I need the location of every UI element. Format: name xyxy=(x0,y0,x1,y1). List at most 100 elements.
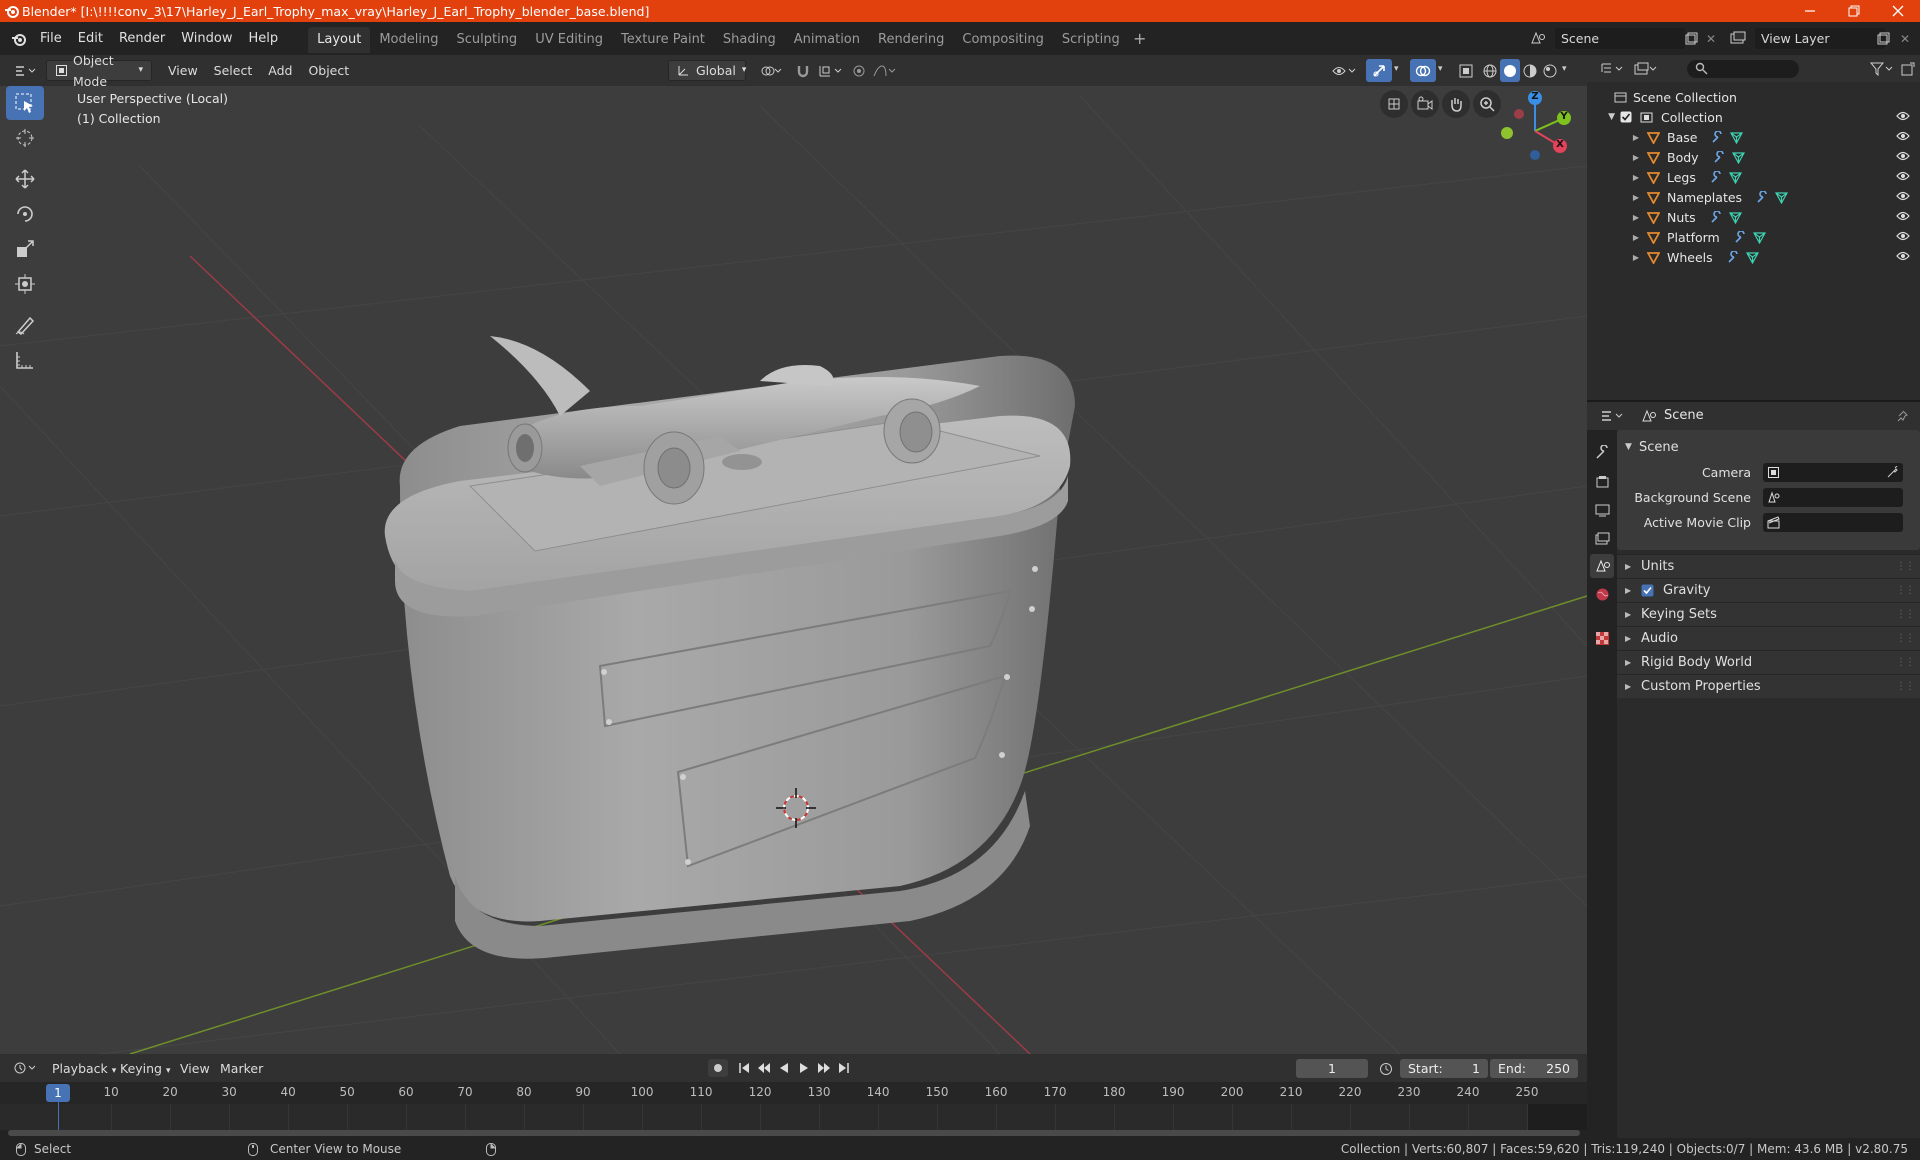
modifier-wrench-icon[interactable] xyxy=(1727,250,1740,264)
restore-icon[interactable] xyxy=(1832,0,1876,22)
minimize-icon[interactable] xyxy=(1788,0,1832,22)
eye-visibility-icon[interactable] xyxy=(1896,250,1910,262)
chevron-down-icon[interactable]: ▾ xyxy=(1394,64,1399,74)
eye-visibility-icon[interactable] xyxy=(1896,170,1910,182)
scene-name-field[interactable]: Scene xyxy=(1555,28,1685,49)
mesh-data-icon[interactable] xyxy=(1728,211,1742,224)
outliner-scene-collection[interactable]: Scene Collection xyxy=(1587,87,1920,107)
rendered-shading-icon[interactable] xyxy=(1540,60,1560,81)
eyedropper-icon[interactable] xyxy=(1887,465,1899,478)
snap-magnet-icon[interactable] xyxy=(792,60,814,81)
keying-menu[interactable]: Keying ▾ xyxy=(112,1058,179,1079)
tab-uv-editing[interactable]: UV Editing xyxy=(526,27,612,53)
filter-icon[interactable] xyxy=(1867,59,1897,79)
modifier-wrench-icon[interactable] xyxy=(1756,190,1769,204)
tab-animation[interactable]: Animation xyxy=(785,27,869,53)
new-collection-icon[interactable] xyxy=(1898,59,1918,79)
section-keying-sets[interactable]: ▶ Keying Sets ⋮⋮ xyxy=(1617,602,1920,626)
play-reverse-icon[interactable] xyxy=(774,1059,794,1077)
timeline-view-menu[interactable]: View xyxy=(172,1058,218,1079)
eye-visibility-icon[interactable] xyxy=(1896,190,1910,202)
menu-window[interactable]: Window xyxy=(173,22,240,55)
tab-shading[interactable]: Shading xyxy=(714,27,785,53)
new-scene-icon[interactable] xyxy=(1680,28,1702,49)
camera-field[interactable] xyxy=(1763,462,1903,482)
timeline-editor-type-icon[interactable] xyxy=(10,1058,40,1078)
close-icon[interactable] xyxy=(1876,0,1920,22)
expand-arrow-icon[interactable]: ▶ xyxy=(1587,193,1639,202)
drag-handle-icon[interactable]: ⋮⋮ xyxy=(1896,657,1915,668)
scene-panel-header[interactable]: ▼ Scene xyxy=(1625,435,1920,459)
section-gravity[interactable]: ▶ Gravity ⋮⋮ xyxy=(1617,578,1920,602)
modifier-wrench-icon[interactable] xyxy=(1711,130,1724,144)
modifier-wrench-icon[interactable] xyxy=(1710,170,1723,184)
tool-tab-icon[interactable] xyxy=(1590,440,1614,464)
mesh-data-icon[interactable] xyxy=(1775,191,1789,204)
tab-scripting[interactable]: Scripting xyxy=(1053,27,1129,53)
drag-handle-icon[interactable]: ⋮⋮ xyxy=(1896,633,1915,644)
expand-arrow-icon[interactable]: ▼ xyxy=(1587,112,1615,122)
display-mode-icon[interactable] xyxy=(1631,59,1661,79)
gizmo-toggle-icon[interactable] xyxy=(1366,59,1392,82)
active-movie-clip-field[interactable] xyxy=(1763,512,1903,532)
mesh-data-icon[interactable] xyxy=(1745,251,1759,264)
expand-arrow-icon[interactable]: ▶ xyxy=(1587,253,1639,262)
next-keyframe-icon[interactable] xyxy=(814,1059,834,1077)
prev-keyframe-icon[interactable] xyxy=(754,1059,774,1077)
pin-icon[interactable] xyxy=(1895,408,1911,424)
expand-arrow-icon[interactable]: ▶ xyxy=(1587,153,1639,162)
eye-visibility-icon[interactable] xyxy=(1896,230,1910,242)
expand-arrow-icon[interactable]: ▶ xyxy=(1587,233,1639,242)
camera-view-icon[interactable] xyxy=(1411,90,1439,118)
expand-arrow-icon[interactable]: ▶ xyxy=(1587,173,1639,182)
view-layer-browse-icon[interactable] xyxy=(1724,27,1752,49)
mesh-data-icon[interactable] xyxy=(1731,151,1745,164)
preview-range-clock-icon[interactable] xyxy=(1376,1059,1396,1078)
visibility-icon[interactable] xyxy=(1328,60,1362,81)
move-tool[interactable] xyxy=(6,162,44,196)
xray-toggle-icon[interactable] xyxy=(1454,60,1478,81)
transform-orientation-dropdown[interactable]: Global ▾ xyxy=(668,60,746,81)
drag-handle-icon[interactable]: ⋮⋮ xyxy=(1896,681,1915,692)
transform-tool[interactable] xyxy=(6,267,44,301)
tab-sculpting[interactable]: Sculpting xyxy=(447,27,526,53)
3d-viewport[interactable]: User Perspective (Local) (1) Collection … xyxy=(0,86,1587,1054)
trophy-model[interactable] xyxy=(384,336,1076,959)
outliner-editor-type-icon[interactable] xyxy=(1597,59,1627,79)
view-layer-field[interactable]: View Layer xyxy=(1755,28,1885,49)
mode-dropdown[interactable]: Object Mode ▾ xyxy=(46,53,152,89)
scene-tab-icon[interactable] xyxy=(1590,554,1614,578)
measure-tool[interactable] xyxy=(6,343,44,377)
annotate-tool[interactable] xyxy=(6,308,44,342)
remove-scene-icon[interactable]: ✕ xyxy=(1702,28,1720,49)
cursor-tool[interactable] xyxy=(6,121,44,155)
marker-menu[interactable]: Marker xyxy=(212,1058,271,1079)
section-rigid-body-world[interactable]: ▶ Rigid Body World ⋮⋮ xyxy=(1617,650,1920,674)
properties-editor-type-icon[interactable] xyxy=(1597,406,1627,426)
output-tab-icon[interactable] xyxy=(1590,498,1614,522)
eye-visibility-icon[interactable] xyxy=(1896,130,1910,142)
modifier-wrench-icon[interactable] xyxy=(1710,210,1723,224)
outliner-object-body[interactable]: ▶ Body xyxy=(1587,147,1920,167)
menu-view[interactable]: View xyxy=(160,60,206,81)
chevron-down-icon[interactable]: ▾ xyxy=(1562,64,1567,74)
record-icon[interactable] xyxy=(708,1059,728,1077)
remove-view-layer-icon[interactable]: ✕ xyxy=(1896,28,1914,49)
outliner-object-wheels[interactable]: ▶ Wheels xyxy=(1587,247,1920,267)
blender-menu-icon[interactable] xyxy=(6,31,32,47)
keyframe-area[interactable] xyxy=(0,1104,1587,1130)
pan-hand-icon[interactable] xyxy=(1442,90,1470,118)
new-view-layer-icon[interactable] xyxy=(1872,28,1894,49)
outliner-object-base[interactable]: ▶ Base xyxy=(1587,127,1920,147)
toggle-camera-view-grid-icon[interactable] xyxy=(1380,90,1408,118)
modifier-wrench-icon[interactable] xyxy=(1734,230,1747,244)
modifier-wrench-icon[interactable] xyxy=(1713,150,1726,164)
add-workspace-icon[interactable]: + xyxy=(1129,29,1151,48)
drag-handle-icon[interactable]: ⋮⋮ xyxy=(1896,609,1915,620)
scene-browse-icon[interactable] xyxy=(1524,27,1552,49)
mesh-data-icon[interactable] xyxy=(1728,171,1742,184)
eye-visibility-icon[interactable] xyxy=(1896,210,1910,222)
expand-arrow-icon[interactable]: ▶ xyxy=(1587,133,1639,142)
tab-rendering[interactable]: Rendering xyxy=(869,27,953,53)
mesh-data-icon[interactable] xyxy=(1752,231,1766,244)
